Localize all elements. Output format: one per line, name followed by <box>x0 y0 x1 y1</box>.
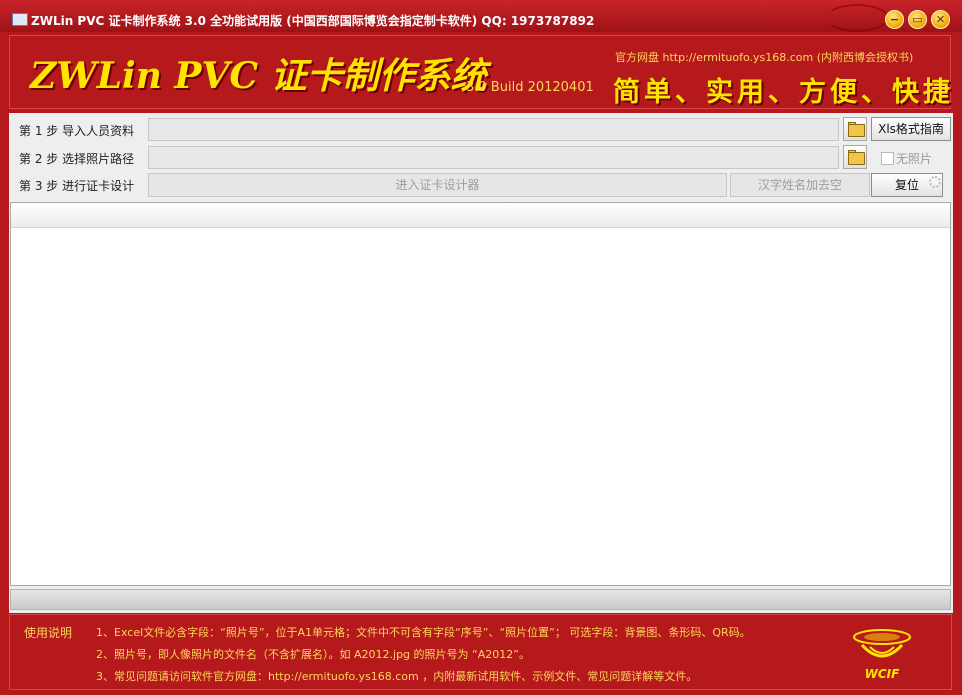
folder-open-icon <box>848 152 865 165</box>
app-icon <box>12 13 28 26</box>
list-header <box>11 203 950 228</box>
folder-open-icon <box>848 124 865 137</box>
reset-button[interactable]: 复位 <box>871 173 943 197</box>
no-photo-label: 无照片 <box>896 152 933 166</box>
official-site-label: 官方网盘 http://ermituofo.ys168.com (内附西博会授权… <box>615 51 914 64</box>
data-file-path-field[interactable] <box>148 118 839 141</box>
window-title: ZWLin PVC 证卡制作系统 3.0 全功能试用版 (中国西部国际博览会指定… <box>31 14 595 28</box>
emblem-text: WCIF <box>865 667 901 681</box>
instructions-footer: 使用说明 1、Excel文件必含字段：“照片号”，位于A1单元格；文件中不可含有… <box>9 614 952 690</box>
gear-icon <box>929 176 941 188</box>
name-spacing-button[interactable]: 汉字姓名加去空 <box>730 173 870 197</box>
instruction-line: 3、常见问题请访问软件官方网盘：http://ermituofo.ys168.c… <box>96 670 698 683</box>
instructions-title: 使用说明 <box>24 626 73 640</box>
photo-path-field[interactable] <box>148 146 839 169</box>
step3-label: 第 3 步 进行证卡设计 <box>19 179 135 193</box>
app-logo: ZWLin PVC 证卡制作系统 <box>30 55 487 97</box>
step1-label: 第 1 步 导入人员资料 <box>19 124 135 138</box>
title-bar: ZWLin PVC 证卡制作系统 3.0 全功能试用版 (中国西部国际博览会指定… <box>0 0 962 32</box>
open-card-designer-button[interactable]: 进入证卡设计器 <box>148 173 727 197</box>
no-photo-option[interactable]: 无照片 <box>881 150 932 167</box>
xls-format-guide-button[interactable]: Xls格式指南 <box>871 117 951 141</box>
minimize-button[interactable]: − <box>885 10 904 29</box>
instruction-line: 1、Excel文件必含字段：“照片号”，位于A1单元格；文件中不可含有字段“序号… <box>96 626 751 639</box>
records-list[interactable] <box>10 202 951 586</box>
instruction-line: 2、照片号，即人像照片的文件名（不含扩展名）。如 A2012.jpg 的照片号为… <box>96 648 530 661</box>
browse-photo-folder-button[interactable] <box>843 145 867 169</box>
reset-label: 复位 <box>894 178 919 192</box>
no-photo-checkbox[interactable] <box>881 152 894 165</box>
browse-data-file-button[interactable] <box>843 117 867 141</box>
step2-label: 第 2 步 选择照片路径 <box>19 152 135 166</box>
restore-button[interactable]: ▭ <box>908 10 927 29</box>
expo-emblem-logo: WCIF <box>853 629 911 681</box>
main-panel: 第 1 步 导入人员资料 Xls格式指南 第 2 步 选择照片路径 无照片 第 … <box>9 113 953 613</box>
decorative-swirl <box>825 4 889 32</box>
header-banner: ZWLin PVC 证卡制作系统 3.0 Build 20120401 官方网盘… <box>9 35 951 109</box>
status-bar <box>10 589 951 610</box>
slogan: 简单、实用、方便、快捷 <box>613 77 954 108</box>
build-version: 3.0 Build 20120401 <box>466 80 594 95</box>
close-button[interactable]: ✕ <box>931 10 950 29</box>
